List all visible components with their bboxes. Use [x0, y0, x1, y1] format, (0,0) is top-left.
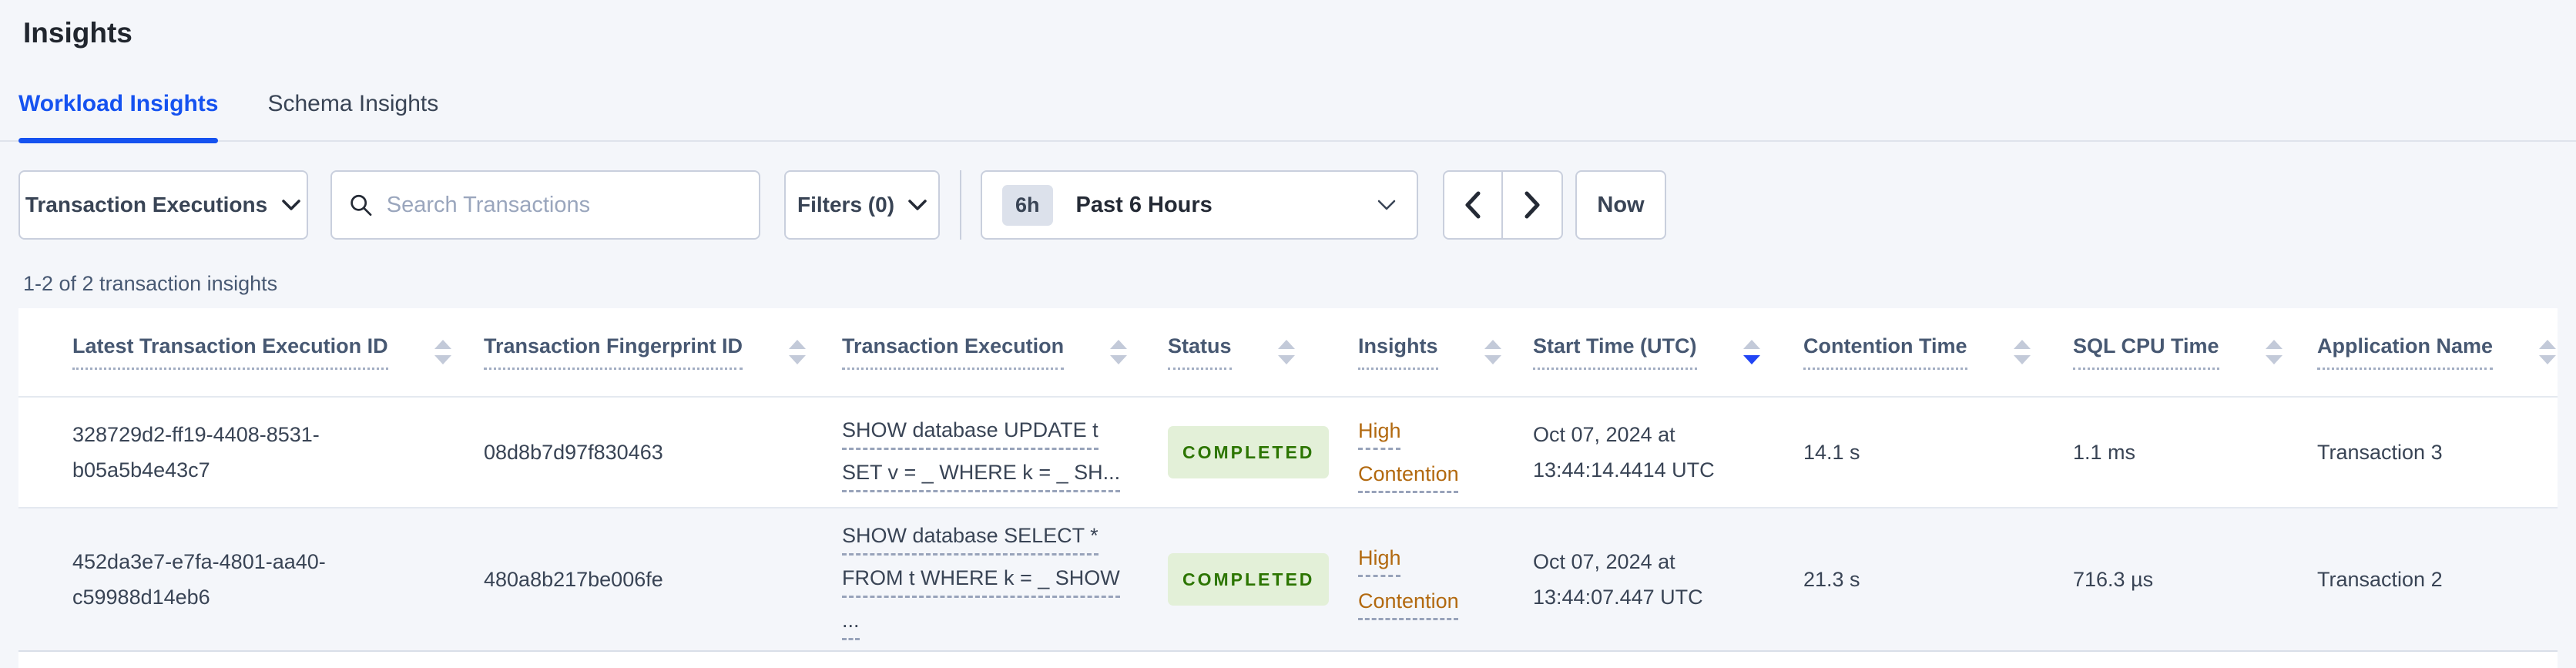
transaction-execution-cell: SHOW database SELECT * FROM t WHERE k = … — [842, 508, 1168, 651]
transaction-statement-link[interactable]: SET v = _ WHERE k = _ SH... — [842, 455, 1121, 492]
fingerprint-id-cell: 08d8b7d97f830463 — [484, 441, 663, 464]
sort-icon — [1484, 340, 1501, 364]
sort-icon — [2539, 340, 2557, 364]
tab-schema-insights[interactable]: Schema Insights — [267, 91, 438, 140]
chevron-down-icon — [908, 199, 927, 210]
application-name-cell: Transaction 3 — [2317, 441, 2443, 464]
start-time-cell: Oct 07, 2024 at 13:44:07.447 UTC — [1533, 550, 1703, 609]
column-header-insights[interactable]: Insights — [1358, 308, 1533, 397]
sort-icon — [1110, 340, 1128, 364]
status-badge: COMPLETED — [1168, 553, 1330, 606]
transaction-insights-table: Latest Transaction Execution ID Transact… — [18, 308, 2558, 652]
execution-type-dropdown[interactable]: Transaction Executions — [18, 170, 308, 240]
chevron-down-icon — [1377, 200, 1396, 210]
column-header-transaction-execution[interactable]: Transaction Execution — [842, 308, 1168, 397]
sort-icon — [2265, 340, 2283, 364]
high-contention-link[interactable]: High Contention — [1358, 536, 1481, 623]
tab-workload-insights[interactable]: Workload Insights — [18, 91, 219, 143]
time-range-badge: 6h — [1002, 184, 1053, 226]
filters-dropdown[interactable]: Filters (0) — [784, 170, 940, 240]
column-header-status[interactable]: Status — [1168, 308, 1358, 397]
sort-icon-descending-active — [1742, 340, 1760, 364]
column-header-contention-time[interactable]: Contention Time — [1803, 308, 2073, 397]
results-count: 1-2 of 2 transaction insights — [23, 272, 278, 295]
tab-bar: Workload Insights Schema Insights — [0, 91, 2576, 143]
search-box[interactable] — [330, 170, 760, 240]
chevron-down-icon — [282, 200, 300, 210]
contention-time-cell: 21.3 s — [1803, 568, 1860, 591]
transaction-execution-cell: SHOW database UPDATE t SET v = _ WHERE k… — [842, 397, 1168, 508]
contention-time-cell: 14.1 s — [1803, 441, 1860, 464]
column-header-sql-cpu-time[interactable]: SQL CPU Time — [2073, 308, 2317, 397]
table-header-row: Latest Transaction Execution ID Transact… — [18, 308, 2558, 397]
column-header-application-name[interactable]: Application Name — [2317, 308, 2558, 397]
sql-cpu-time-cell: 1.1 ms — [2073, 441, 2136, 464]
search-input[interactable] — [386, 192, 742, 218]
sort-icon — [2013, 340, 2031, 364]
transaction-statement-link[interactable]: SHOW database UPDATE t — [842, 412, 1098, 450]
status-badge: COMPLETED — [1168, 426, 1330, 478]
transaction-statement-link[interactable]: ... — [842, 603, 860, 640]
chevron-right-icon — [1524, 191, 1540, 219]
column-header-transaction-fingerprint-id[interactable]: Transaction Fingerprint ID — [484, 308, 842, 397]
time-range-nav — [1443, 170, 1563, 240]
transaction-statement-link[interactable]: SHOW database SELECT * — [842, 518, 1098, 556]
page-title: Insights — [23, 17, 132, 49]
status-cell: COMPLETED — [1168, 397, 1358, 508]
execution-type-label: Transaction Executions — [25, 193, 268, 217]
chevron-left-icon — [1465, 191, 1481, 219]
sort-icon — [1277, 340, 1295, 364]
toolbar-divider — [960, 170, 961, 240]
fingerprint-id-cell: 480a8b217be006fe — [484, 568, 663, 591]
filters-label: Filters (0) — [797, 193, 895, 217]
time-range-label: Past 6 Hours — [1075, 192, 1213, 217]
insights-cell: High Contention — [1358, 508, 1533, 651]
insights-cell: High Contention — [1358, 397, 1533, 508]
sort-icon — [789, 340, 807, 364]
column-header-latest-transaction-execution-id[interactable]: Latest Transaction Execution ID — [18, 308, 484, 397]
insights-table-card: Latest Transaction Execution ID Transact… — [18, 308, 2558, 668]
now-button[interactable]: Now — [1575, 170, 1666, 240]
sql-cpu-time-cell: 716.3 µs — [2073, 568, 2154, 591]
execution-id-cell: 328729d2-ff19-4408-8531-b05a5b4e43c7 — [72, 423, 320, 482]
status-cell: COMPLETED — [1168, 508, 1358, 651]
search-icon — [351, 194, 372, 217]
next-time-range-button[interactable] — [1503, 170, 1563, 240]
start-time-cell: Oct 07, 2024 at 13:44:14.4414 UTC — [1533, 423, 1715, 482]
execution-id-cell: 452da3e7-e7fa-4801-aa40-c59988d14eb6 — [72, 550, 326, 609]
table-row: 452da3e7-e7fa-4801-aa40-c59988d14eb6 480… — [18, 508, 2558, 651]
toolbar: Transaction Executions Filters (0) 6h Pa… — [18, 170, 2576, 240]
previous-time-range-button[interactable] — [1443, 170, 1503, 240]
sort-icon — [434, 340, 451, 364]
table-row: 328729d2-ff19-4408-8531-b05a5b4e43c7 08d… — [18, 397, 2558, 508]
transaction-statement-link[interactable]: FROM t WHERE k = _ SHOW — [842, 560, 1120, 598]
application-name-cell: Transaction 2 — [2317, 568, 2443, 591]
high-contention-link[interactable]: High Contention — [1358, 409, 1481, 495]
time-range-picker[interactable]: 6h Past 6 Hours — [981, 170, 1418, 240]
column-header-start-time[interactable]: Start Time (UTC) — [1533, 308, 1803, 397]
